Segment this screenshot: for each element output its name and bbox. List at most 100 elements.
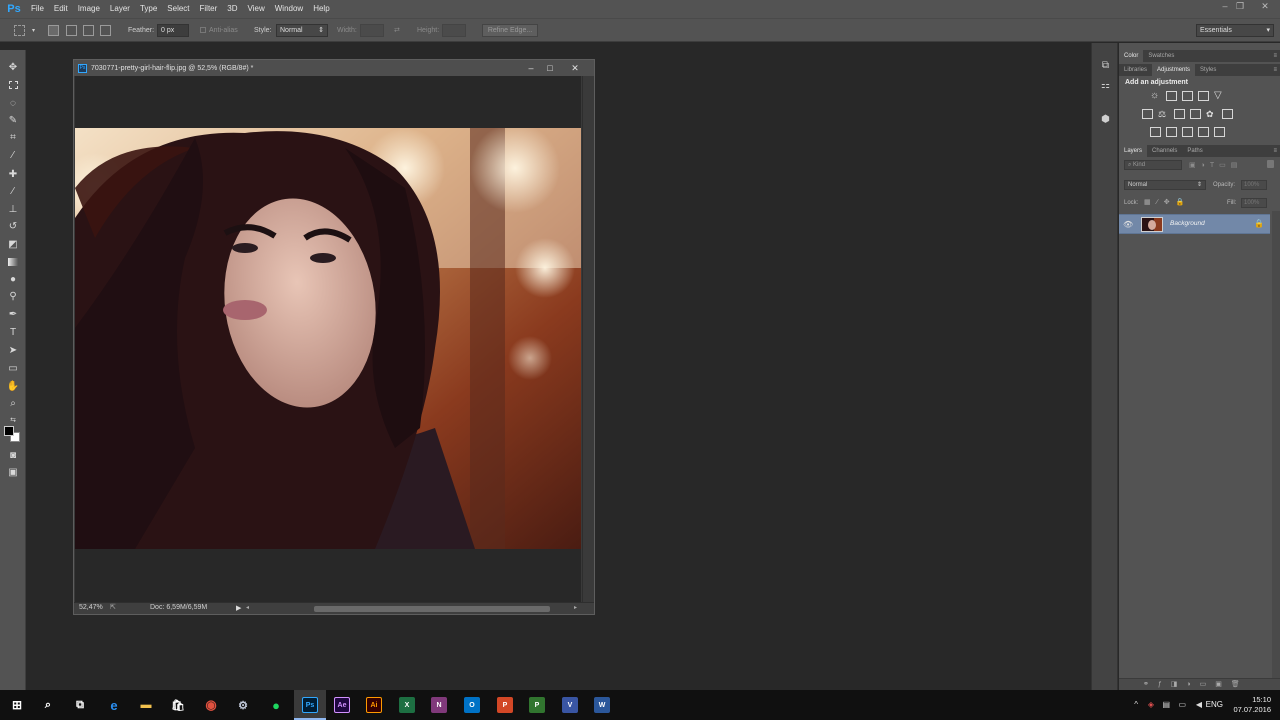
vibrance-icon[interactable]: ▽: [1214, 91, 1225, 101]
brush-tool-icon[interactable]: ∕: [6, 184, 20, 198]
screen-mode-icon[interactable]: ▣: [6, 465, 20, 479]
history-panel-icon[interactable]: ⧉: [1099, 59, 1112, 72]
layers-panel-menu-icon[interactable]: ≡: [1273, 148, 1277, 154]
document-title-bar[interactable]: Ps 7030771-pretty-girl-hair-flip.jpg @ 5…: [74, 60, 594, 76]
menu-help[interactable]: Help: [310, 0, 336, 18]
outlook-icon[interactable]: O: [464, 697, 480, 713]
app-minimize-button[interactable]: –: [1218, 0, 1232, 12]
menu-view[interactable]: View: [245, 0, 272, 18]
scroll-left-icon[interactable]: ◂: [246, 604, 249, 611]
photo-filter-icon[interactable]: [1190, 109, 1201, 119]
width-input[interactable]: [360, 24, 384, 37]
doc-minimize-button[interactable]: –: [524, 60, 538, 76]
posterize-icon[interactable]: [1166, 127, 1177, 137]
menu-type[interactable]: Type: [137, 0, 164, 18]
menu-edit[interactable]: Edit: [51, 0, 75, 18]
dodge-tool-icon[interactable]: ⚲: [6, 289, 20, 303]
tab-layers[interactable]: Layers: [1119, 145, 1148, 157]
word-icon[interactable]: W: [594, 697, 610, 713]
tray-battery-icon[interactable]: ▭: [1178, 700, 1186, 709]
color-lookup-icon[interactable]: [1222, 109, 1233, 119]
marquee-tool-icon[interactable]: [6, 78, 20, 92]
vertical-scrollbar[interactable]: [582, 76, 594, 604]
edge-browser-icon[interactable]: e: [106, 697, 122, 713]
threshold-icon[interactable]: [1182, 127, 1193, 137]
eraser-tool-icon[interactable]: ◩: [6, 237, 20, 251]
curves-icon[interactable]: [1182, 91, 1193, 101]
history-brush-tool-icon[interactable]: ↺: [6, 219, 20, 233]
info-panel-icon[interactable]: [1099, 89, 1112, 102]
search-icon[interactable]: ⌕: [40, 697, 56, 713]
menu-layer[interactable]: Layer: [107, 0, 137, 18]
healing-brush-tool-icon[interactable]: ✚: [6, 167, 20, 181]
workspace-select[interactable]: Essentials ▾: [1196, 24, 1274, 37]
filter-toggle-icon[interactable]: [1267, 160, 1274, 168]
tab-styles[interactable]: Styles: [1195, 64, 1221, 76]
tab-color[interactable]: Color: [1119, 50, 1144, 62]
opacity-input[interactable]: 100%: [1241, 180, 1267, 190]
menu-select[interactable]: Select: [164, 0, 196, 18]
quick-mask-icon[interactable]: ◙: [6, 448, 20, 462]
file-explorer-icon[interactable]: ▬: [138, 697, 154, 713]
layer-filter-icons[interactable]: ▣◑T▭▤: [1189, 161, 1242, 169]
taskbar-clock[interactable]: 15:10 07.07.2016: [1233, 695, 1271, 715]
height-input[interactable]: [442, 24, 466, 37]
layer-row-background[interactable]: 👁 Background 🔒: [1119, 214, 1270, 234]
steam-icon[interactable]: ⚙: [235, 697, 251, 713]
doc-close-button[interactable]: ✕: [568, 60, 582, 76]
zoom-tool-icon[interactable]: ⌕: [6, 396, 20, 410]
powerpoint-icon[interactable]: P: [497, 697, 513, 713]
selective-color-icon[interactable]: [1214, 127, 1225, 137]
menu-3d[interactable]: 3D: [224, 0, 244, 18]
layer-name[interactable]: Background: [1170, 220, 1205, 227]
blend-mode-select[interactable]: Normal ⇕: [1124, 180, 1206, 190]
clone-stamp-tool-icon[interactable]: ⊥: [6, 202, 20, 216]
fill-input[interactable]: 100%: [1241, 198, 1267, 208]
invert-icon[interactable]: [1150, 127, 1161, 137]
horizontal-scrollbar-thumb[interactable]: [314, 606, 550, 612]
hand-tool-icon[interactable]: ✋: [6, 379, 20, 393]
levels-icon[interactable]: [1166, 91, 1177, 101]
3d-panel-icon[interactable]: ⬢: [1099, 113, 1112, 126]
intersect-selection-icon[interactable]: [100, 25, 111, 36]
windows-start-icon[interactable]: ⊞: [9, 697, 25, 713]
store-icon[interactable]: 🛍: [170, 697, 186, 713]
gradient-tool-icon[interactable]: [6, 255, 20, 269]
lock-options-icons[interactable]: ▦∕✥🔒: [1144, 198, 1190, 206]
eyedropper-tool-icon[interactable]: ⁄: [6, 148, 20, 162]
zoom-level[interactable]: 52,47%: [79, 604, 103, 611]
color-panel-menu-icon[interactable]: ≡: [1273, 53, 1277, 59]
scroll-right-icon[interactable]: ▸: [574, 604, 577, 611]
foreground-color-swatch[interactable]: [4, 426, 14, 436]
move-tool-icon[interactable]: ✥: [6, 60, 20, 74]
new-selection-icon[interactable]: [48, 25, 59, 36]
tab-libraries[interactable]: Libraries: [1119, 64, 1152, 76]
path-selection-tool-icon[interactable]: ➤: [6, 343, 20, 357]
menu-filter[interactable]: Filter: [197, 0, 225, 18]
refine-edge-button[interactable]: Refine Edge...: [482, 24, 538, 37]
project-icon[interactable]: P: [529, 697, 545, 713]
tray-expand-icon[interactable]: ^: [1134, 700, 1138, 709]
subtract-selection-icon[interactable]: [83, 25, 94, 36]
tray-network-icon[interactable]: ▤: [1162, 700, 1170, 709]
tray-volume-icon[interactable]: ◀: [1196, 700, 1202, 709]
preset-dropdown-arrow-icon[interactable]: ▾: [32, 24, 35, 38]
black-white-icon[interactable]: [1174, 109, 1185, 119]
tab-adjustments[interactable]: Adjustments: [1152, 64, 1196, 76]
layers-scrollbar[interactable]: [1272, 211, 1280, 690]
task-view-icon[interactable]: ⧉: [72, 697, 88, 713]
chrome-icon[interactable]: ◉: [203, 697, 219, 713]
tray-app-icon[interactable]: ◈: [1148, 700, 1154, 709]
crop-tool-icon[interactable]: ⌗: [6, 130, 20, 144]
rectangle-tool-icon[interactable]: ▭: [6, 361, 20, 375]
spotify-icon[interactable]: ●: [268, 697, 284, 713]
adjustments-panel-menu-icon[interactable]: ≡: [1273, 67, 1277, 73]
type-tool-icon[interactable]: T: [6, 325, 20, 339]
after-effects-icon[interactable]: Ae: [334, 697, 350, 713]
exposure-icon[interactable]: [1198, 91, 1209, 101]
antialias-checkbox[interactable]: Anti-alias: [200, 24, 238, 38]
tab-swatches[interactable]: Swatches: [1143, 50, 1179, 62]
app-close-button[interactable]: ✕: [1258, 0, 1272, 12]
blur-tool-icon[interactable]: ●: [6, 272, 20, 286]
visio-icon[interactable]: V: [562, 697, 578, 713]
